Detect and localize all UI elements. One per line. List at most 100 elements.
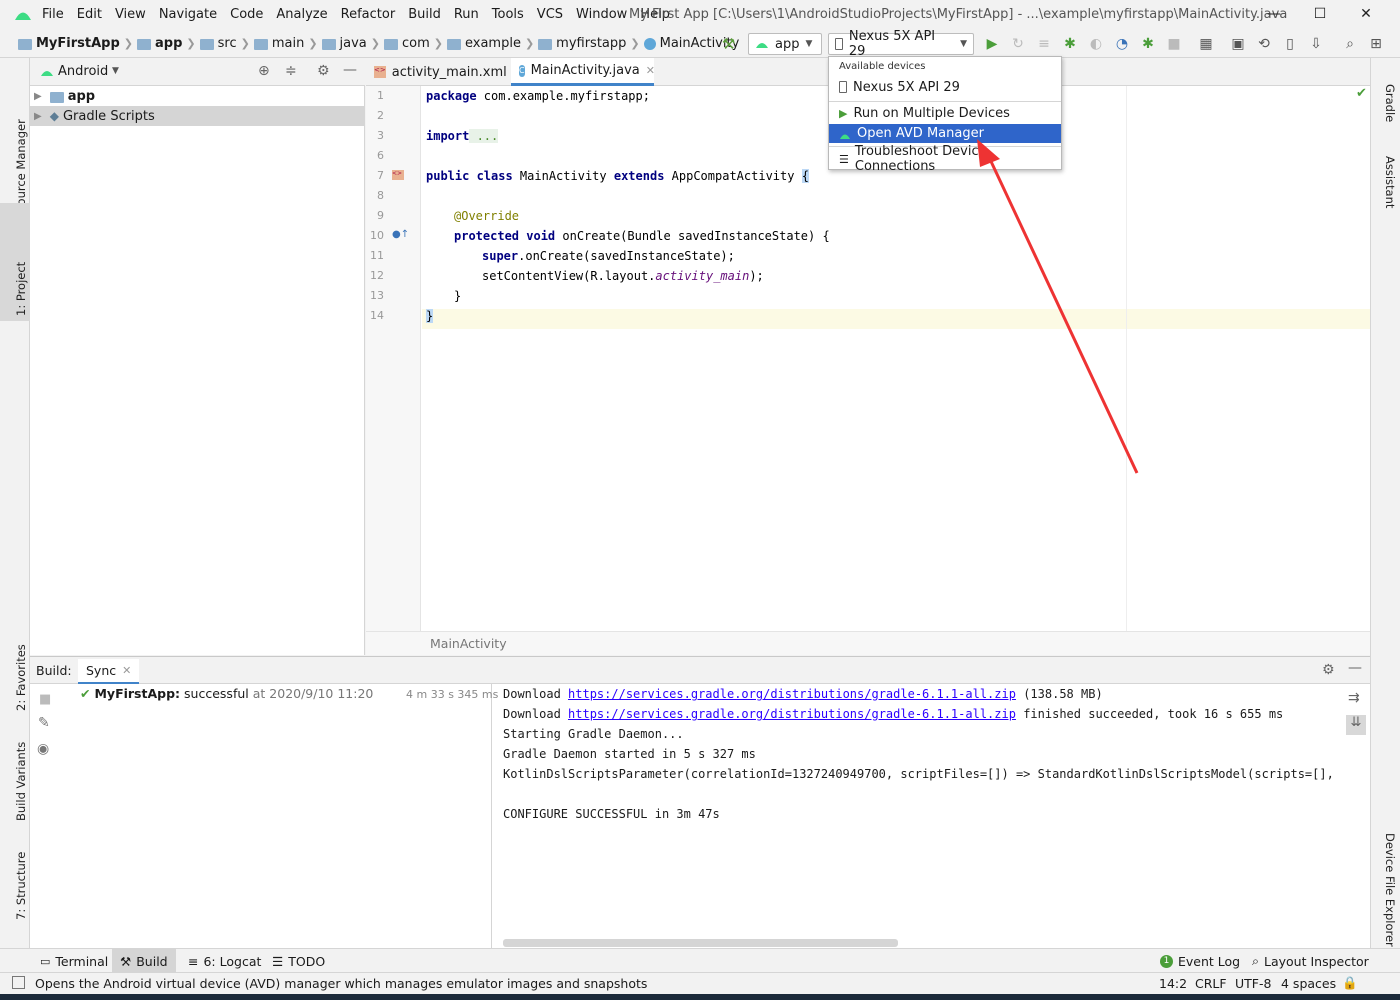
indent-setting[interactable]: 4 spaces [1281, 976, 1336, 991]
tab-activity-main-xml[interactable]: <> activity_main.xml ✕ [366, 58, 522, 86]
code-line[interactable]: package com.example.myfirstapp; [426, 89, 650, 103]
chevron-right-icon[interactable]: ▶ [34, 111, 42, 122]
stop-icon[interactable]: ■ [39, 692, 51, 707]
gear-icon[interactable]: ⚙ [1322, 662, 1335, 678]
soft-wrap-icon[interactable]: ⇉ [1348, 690, 1360, 706]
project-view-select[interactable]: Android [58, 64, 108, 79]
breadcrumb-myfirstapp[interactable]: myfirstapp [556, 36, 626, 51]
tab-favorites[interactable]: 2: Favorites [14, 644, 28, 711]
breadcrumb-example[interactable]: example [465, 36, 521, 51]
gradle-sync-icon[interactable]: ⟲ [1256, 36, 1272, 52]
attach-debugger-icon[interactable]: ◐ [1088, 36, 1104, 52]
code-line[interactable]: @Override [454, 209, 519, 223]
gear-icon[interactable]: ⚙ [317, 63, 330, 79]
horizontal-scrollbar[interactable] [503, 939, 898, 947]
stop-icon[interactable]: ■ [1166, 36, 1182, 52]
close-tab-icon[interactable]: ✕ [646, 64, 655, 77]
sdk-download-icon[interactable]: ⇩ [1308, 36, 1324, 52]
sdk-manager-icon[interactable]: ▣ [1230, 36, 1246, 52]
close-tab-icon[interactable]: ✕ [122, 664, 131, 677]
breadcrumb-java[interactable]: java [340, 36, 367, 51]
search-icon[interactable]: ⌕ [1342, 36, 1358, 52]
download-link[interactable]: https://services.gradle.org/distribution… [568, 707, 1016, 721]
menu-edit[interactable]: Edit [77, 7, 102, 22]
tab-todo[interactable]: ☰ TODO [272, 949, 325, 973]
scroll-to-end-icon[interactable]: ⇊ [1346, 715, 1366, 735]
chevron-down-icon[interactable]: ▼ [112, 66, 119, 76]
tab-event-log[interactable]: 1 Event Log [1160, 949, 1240, 973]
tree-item-app[interactable]: ▶ app [30, 86, 365, 106]
tab-assistant[interactable]: Assistant [1383, 156, 1397, 208]
settings-sync-icon[interactable]: ⊞ [1368, 36, 1384, 52]
breadcrumb-src[interactable]: src [218, 36, 237, 51]
tab-terminal[interactable]: ▭ Terminal [40, 949, 108, 973]
profile-icon[interactable]: ◔ [1114, 36, 1130, 52]
menu-navigate[interactable]: Navigate [159, 7, 217, 22]
download-link[interactable]: https://services.gradle.org/distribution… [568, 687, 1016, 701]
menu-analyze[interactable]: Analyze [276, 7, 327, 22]
caret-position[interactable]: 14:2 [1159, 976, 1187, 991]
build-console[interactable]: Download https://services.gradle.org/dis… [493, 684, 1333, 949]
apply-changes-icon[interactable]: ↻ [1010, 36, 1026, 52]
debug-icon[interactable]: ✱ [1062, 36, 1078, 52]
run-config-select[interactable]: app ▼ [748, 33, 822, 55]
hide-panel-icon[interactable]: — [343, 62, 357, 78]
pin-icon[interactable]: ✎ [38, 715, 50, 731]
tab-build-variants[interactable]: Build Variants [14, 742, 28, 821]
menu-window[interactable]: Window [576, 7, 627, 22]
code-line[interactable]: protected void onCreate(Bundle savedInst… [454, 229, 830, 243]
build-result-row[interactable]: ✔ MyFirstApp: successful at 2020/9/10 11… [80, 686, 373, 701]
code-line[interactable]: import ... [426, 129, 499, 143]
close-icon[interactable]: ✕ [1356, 6, 1376, 24]
apply-code-changes-icon[interactable]: ≡ [1036, 36, 1052, 52]
lock-icon[interactable]: 🔒 [1342, 975, 1358, 991]
tab-layout-inspector[interactable]: ⌕ Layout Inspector [1252, 949, 1369, 973]
tab-gradle[interactable]: Gradle [1383, 84, 1397, 122]
collapse-all-icon[interactable]: ≑ [285, 63, 297, 79]
breadcrumb-main[interactable]: main [272, 36, 304, 51]
line-separator[interactable]: CRLF [1195, 976, 1227, 991]
code-line[interactable]: setContentView(R.layout.activity_main); [482, 269, 764, 283]
coverage-icon[interactable]: ✱ [1140, 36, 1156, 52]
menu-item-run-multiple[interactable]: ▶ Run on Multiple Devices [829, 103, 1061, 123]
file-encoding[interactable]: UTF-8 [1235, 976, 1271, 991]
tab-project[interactable]: 1: Project [14, 262, 28, 316]
hide-panel-icon[interactable]: — [1348, 660, 1362, 676]
toggle-tool-windows-icon[interactable] [12, 976, 25, 989]
menu-vcs[interactable]: VCS [537, 7, 563, 22]
menu-build[interactable]: Build [408, 7, 441, 22]
tab-device-file-explorer[interactable]: Device File Explorer [1383, 833, 1397, 947]
project-structure-icon[interactable]: ▦ [1198, 36, 1214, 52]
tab-build[interactable]: ⚒ Build [112, 949, 176, 973]
tab-sync[interactable]: Sync ✕ [78, 659, 140, 684]
menu-refactor[interactable]: Refactor [341, 7, 396, 22]
hammer-build-icon[interactable]: ⚒ [722, 35, 735, 53]
layout-link-icon[interactable]: <> [392, 170, 404, 180]
code-line[interactable]: super.onCreate(savedInstanceState); [482, 249, 735, 263]
menu-item-nexus-5x[interactable]: Nexus 5X API 29 [829, 76, 1061, 98]
breadcrumb-com[interactable]: com [402, 36, 430, 51]
override-marker-icon[interactable]: ●↑ [392, 229, 409, 240]
tree-item-gradle-scripts[interactable]: ▶ ◆ Gradle Scripts [30, 106, 365, 126]
device-select[interactable]: Nexus 5X API 29 ▼ [828, 29, 974, 59]
menu-view[interactable]: View [115, 7, 146, 22]
tab-structure[interactable]: 7: Structure [14, 852, 28, 920]
menu-tools[interactable]: Tools [492, 7, 524, 22]
code-line[interactable]: public class MainActivity extends AppCom… [426, 169, 809, 183]
avd-manager-icon[interactable]: ▯ [1282, 36, 1298, 52]
code-line[interactable]: } [426, 309, 434, 323]
code-line[interactable]: } [454, 289, 461, 303]
menu-file[interactable]: File [42, 7, 64, 22]
breadcrumb-module[interactable]: app [155, 36, 182, 51]
maximize-icon[interactable]: ☐ [1310, 6, 1330, 24]
menu-code[interactable]: Code [230, 7, 263, 22]
minimize-icon[interactable]: — [1264, 6, 1284, 24]
tab-mainactivity-java[interactable]: C MainActivity.java ✕ [511, 58, 655, 86]
eye-icon[interactable]: ◉ [37, 741, 49, 757]
breadcrumb-project[interactable]: MyFirstApp [36, 36, 120, 51]
locate-icon[interactable]: ⊕ [258, 63, 270, 79]
editor-breadcrumb-item[interactable]: MainActivity [430, 636, 507, 651]
run-icon[interactable]: ▶ [984, 36, 1000, 52]
chevron-right-icon[interactable]: ▶ [34, 91, 42, 102]
tab-logcat[interactable]: ≡ 6: Logcat [188, 949, 261, 973]
